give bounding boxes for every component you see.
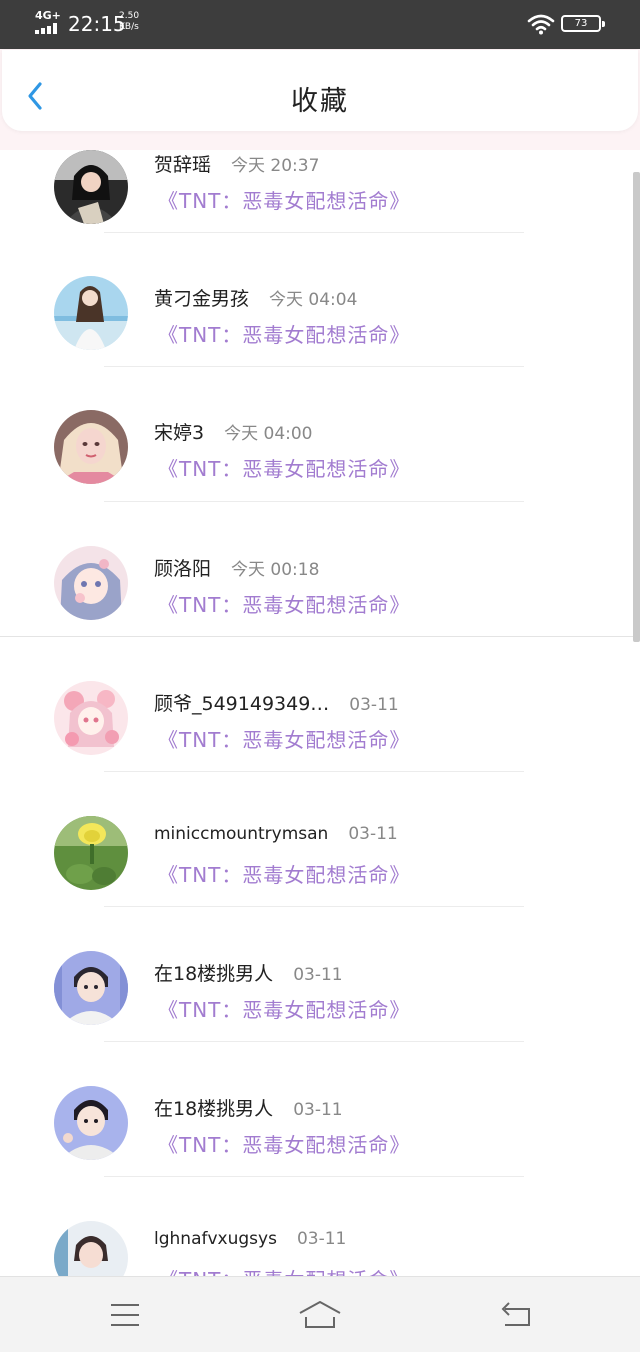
list-item[interactable]: miniccmountrymsan 03-11 《TNT：恶毒女配想活命》	[0, 802, 632, 937]
home-icon[interactable]	[298, 1299, 342, 1331]
speed-unit: KB/s	[119, 22, 139, 32]
item-time: 03-11	[349, 695, 399, 715]
avatar[interactable]	[54, 816, 128, 890]
back-icon[interactable]	[493, 1299, 537, 1331]
signal-indicator: 4G+	[35, 10, 63, 34]
battery-icon: 73	[561, 15, 605, 32]
novel-title[interactable]: 《TNT：恶毒女配想活命》	[158, 453, 410, 482]
item-header: 贺辞瑶 今天 20:37	[154, 150, 319, 177]
user-name: 顾爷_549149349…	[154, 693, 330, 715]
avatar[interactable]	[54, 150, 128, 224]
item-time: 03-11	[296, 1229, 347, 1249]
list-item[interactable]: 顾爷_549149349… 03-11 《TNT：恶毒女配想活命》	[0, 667, 632, 802]
novel-title[interactable]: 《TNT：恶毒女配想活命》	[158, 1129, 410, 1158]
user-name: 贺辞瑶	[154, 154, 212, 176]
avatar[interactable]	[54, 546, 128, 620]
item-header: miniccmountrymsan 03-11	[154, 824, 398, 844]
novel-title[interactable]: 《TNT：恶毒女配想活命》	[158, 185, 410, 214]
list-item[interactable]: 在18楼挑男人 03-11 《TNT：恶毒女配想活命》	[0, 937, 632, 1072]
user-name: 黄刁金男孩	[154, 288, 250, 310]
novel-title[interactable]: 《TNT：恶毒女配想活命》	[158, 724, 410, 753]
user-name: lghnafvxugsys	[154, 1229, 277, 1249]
item-time: 今天 04:04	[269, 290, 358, 310]
favorites-list[interactable]: 贺辞瑶 今天 20:37 《TNT：恶毒女配想活命》 黄刁金男孩 今天 04:04 …	[0, 150, 640, 1276]
user-name: 在18楼挑男人	[154, 963, 274, 985]
network-type: 4G+	[35, 9, 61, 22]
network-speed: 2.50 KB/s	[119, 11, 139, 33]
item-time: 今天 20:37	[231, 156, 320, 176]
divider	[104, 1176, 524, 1177]
scrollbar[interactable]	[633, 172, 640, 642]
item-header: 在18楼挑男人 03-11	[154, 959, 343, 986]
user-name: miniccmountrymsan	[154, 824, 329, 844]
page-title: 收藏	[291, 86, 349, 117]
battery-level: 73	[574, 18, 588, 29]
list-item[interactable]: lghnafvxugsys 03-11 《TNT：恶毒女配想活命》	[0, 1207, 632, 1276]
user-name: 宋婷3	[154, 422, 205, 444]
item-time: 03-11	[293, 965, 343, 985]
novel-title[interactable]: 《TNT：恶毒女配想活命》	[158, 994, 410, 1023]
avatar[interactable]	[54, 681, 128, 755]
avatar[interactable]	[54, 276, 128, 350]
avatar[interactable]	[54, 951, 128, 1025]
avatar[interactable]	[54, 410, 128, 484]
status-time: 22:15	[68, 12, 126, 36]
avatar[interactable]	[54, 1221, 128, 1276]
item-header: 黄刁金男孩 今天 04:04	[154, 284, 357, 311]
item-time: 今天 00:18	[231, 560, 320, 580]
item-header: lghnafvxugsys 03-11	[154, 1229, 346, 1249]
item-time: 03-11	[348, 824, 398, 844]
novel-title[interactable]: 《TNT：恶毒女配想活命》	[158, 1264, 410, 1276]
divider	[104, 366, 524, 367]
novel-title[interactable]: 《TNT：恶毒女配想活命》	[158, 589, 410, 618]
menu-icon[interactable]	[103, 1299, 147, 1331]
list-item[interactable]: 贺辞瑶 今天 20:37 《TNT：恶毒女配想活命》	[0, 150, 632, 262]
divider	[104, 906, 524, 907]
novel-title[interactable]: 《TNT：恶毒女配想活命》	[158, 859, 410, 888]
divider	[104, 771, 524, 772]
item-header: 顾洛阳 今天 00:18	[154, 554, 319, 581]
list-item[interactable]: 黄刁金男孩 今天 04:04 《TNT：恶毒女配想活命》	[0, 262, 632, 397]
item-header: 在18楼挑男人 03-11	[154, 1094, 343, 1121]
list-item[interactable]: 顾洛阳 今天 00:18 《TNT：恶毒女配想活命》	[0, 532, 632, 667]
item-header: 顾爷_549149349… 03-11	[154, 689, 399, 716]
item-time: 03-11	[293, 1100, 343, 1120]
list-item[interactable]: 在18楼挑男人 03-11 《TNT：恶毒女配想活命》	[0, 1072, 632, 1207]
user-name: 顾洛阳	[154, 558, 212, 580]
navigation-bar	[0, 1276, 640, 1352]
status-bar: 4G+ 22:15 2.50 KB/s 73	[0, 0, 640, 49]
speed-value: 2.50	[119, 11, 140, 21]
list-item[interactable]: 宋婷3 今天 04:00 《TNT：恶毒女配想活命》	[0, 397, 632, 532]
wifi-icon	[527, 14, 555, 35]
item-header: 宋婷3 今天 04:00	[154, 418, 313, 445]
novel-title[interactable]: 《TNT：恶毒女配想活命》	[158, 319, 410, 348]
divider	[104, 1041, 524, 1042]
user-name: 在18楼挑男人	[154, 1098, 274, 1120]
divider	[104, 501, 524, 502]
avatar[interactable]	[54, 1086, 128, 1160]
divider	[104, 232, 524, 233]
section-divider	[0, 636, 640, 637]
item-time: 今天 04:00	[224, 424, 313, 444]
